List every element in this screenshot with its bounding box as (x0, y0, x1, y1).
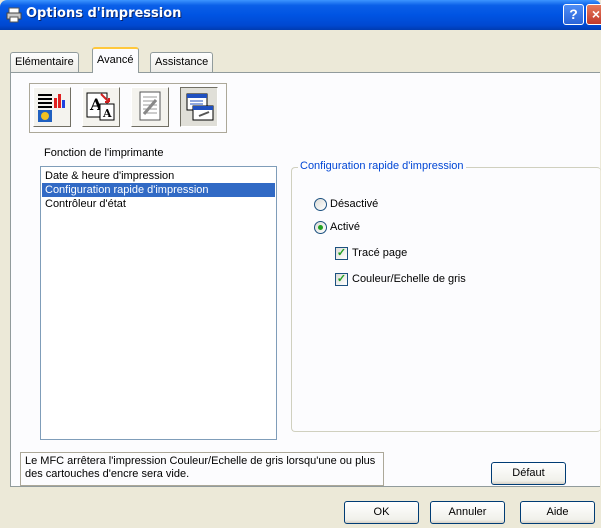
checkmark-icon: ✓ (336, 247, 347, 259)
color-settings-icon (38, 94, 65, 122)
scaling-icon: A A (86, 92, 115, 121)
default-button[interactable]: Défaut (491, 462, 566, 485)
section-title: Fonction de l'imprimante (44, 147, 164, 159)
help-title-button[interactable]: ? (563, 4, 584, 25)
radio-active-label[interactable]: Activé (330, 221, 360, 233)
tab-elementaire[interactable]: Elémentaire (10, 52, 79, 72)
ok-button[interactable]: OK (344, 501, 419, 524)
svg-text:A: A (102, 107, 112, 120)
radio-active[interactable] (314, 221, 327, 234)
function-listbox[interactable]: Date & heure d'impression Configuration … (40, 166, 277, 440)
group-title: Configuration rapide d'impression (298, 160, 466, 172)
watermark-button[interactable] (131, 87, 169, 127)
list-item-configuration-rapide[interactable]: Configuration rapide d'impression (42, 183, 275, 197)
radio-desactive[interactable] (314, 198, 327, 211)
tab-avance[interactable]: Avancé (92, 47, 139, 73)
checkbox-trace-page-label[interactable]: Tracé page (352, 247, 407, 259)
color-settings-button[interactable] (33, 87, 71, 127)
cancel-button[interactable]: Annuler (430, 501, 505, 524)
radio-desactive-label[interactable]: Désactivé (330, 198, 378, 210)
close-button[interactable]: × (586, 4, 601, 25)
printer-icon (6, 7, 22, 23)
status-description: Le MFC arrêtera l'impression Couleur/Ech… (20, 452, 384, 486)
watermark-icon (139, 91, 161, 121)
help-button[interactable]: Aide (520, 501, 595, 524)
list-item-date-heure[interactable]: Date & heure d'impression (42, 169, 275, 183)
checkbox-trace-page[interactable]: ✓ (335, 247, 348, 260)
tab-assistance[interactable]: Assistance (150, 52, 214, 72)
device-options-button[interactable] (180, 87, 218, 127)
list-item-controleur-etat[interactable]: Contrôleur d'état (42, 197, 275, 211)
radio-selected-dot (318, 225, 323, 230)
device-options-icon (186, 93, 214, 121)
window-title: Options d'impression (26, 6, 182, 21)
scaling-button[interactable]: A A (82, 87, 120, 127)
checkbox-couleur-label[interactable]: Couleur/Echelle de gris (352, 273, 466, 285)
checkbox-couleur[interactable]: ✓ (335, 273, 348, 286)
checkmark-icon: ✓ (336, 273, 347, 285)
